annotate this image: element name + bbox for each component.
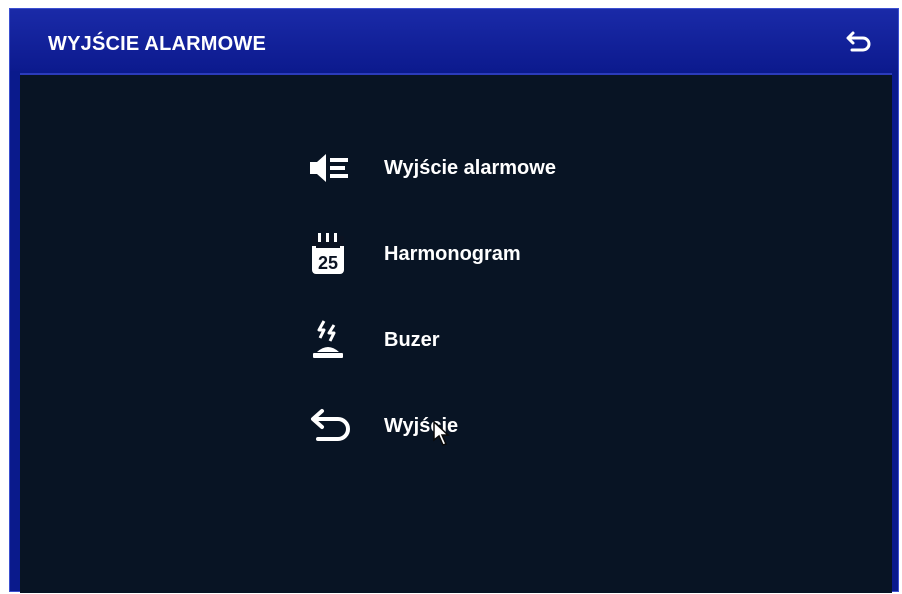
back-arrow-icon — [846, 31, 871, 52]
svg-text:25: 25 — [318, 253, 338, 273]
menu-list: Wyjście alarmowe 25 Harmonogram Buzer Wy… — [308, 125, 556, 469]
mouse-cursor-icon — [433, 420, 450, 446]
menu-item-label: Wyjście alarmowe — [384, 156, 556, 179]
alarm-output-icon — [308, 142, 366, 194]
menu-item-label: Harmonogram — [384, 242, 521, 265]
back-button[interactable] — [842, 27, 878, 57]
buzzer-icon — [308, 314, 366, 366]
page-title: WYJŚCIE ALARMOWE — [48, 33, 267, 55]
title-bar: WYJŚCIE ALARMOWE — [10, 9, 898, 71]
calendar-icon: 25 — [308, 228, 366, 280]
menu-item-alarm-output[interactable]: Wyjście alarmowe — [308, 125, 556, 211]
menu-item-buzzer[interactable]: Buzer — [308, 297, 556, 383]
exit-arrow-icon — [308, 400, 366, 452]
alarm-output-window: WYJŚCIE ALARMOWE Wyjście alarmowe 25 Har… — [9, 8, 899, 593]
menu-item-schedule[interactable]: 25 Harmonogram — [308, 211, 556, 297]
menu-panel: Wyjście alarmowe 25 Harmonogram Buzer Wy… — [20, 73, 892, 593]
menu-item-label: Buzer — [384, 328, 440, 351]
